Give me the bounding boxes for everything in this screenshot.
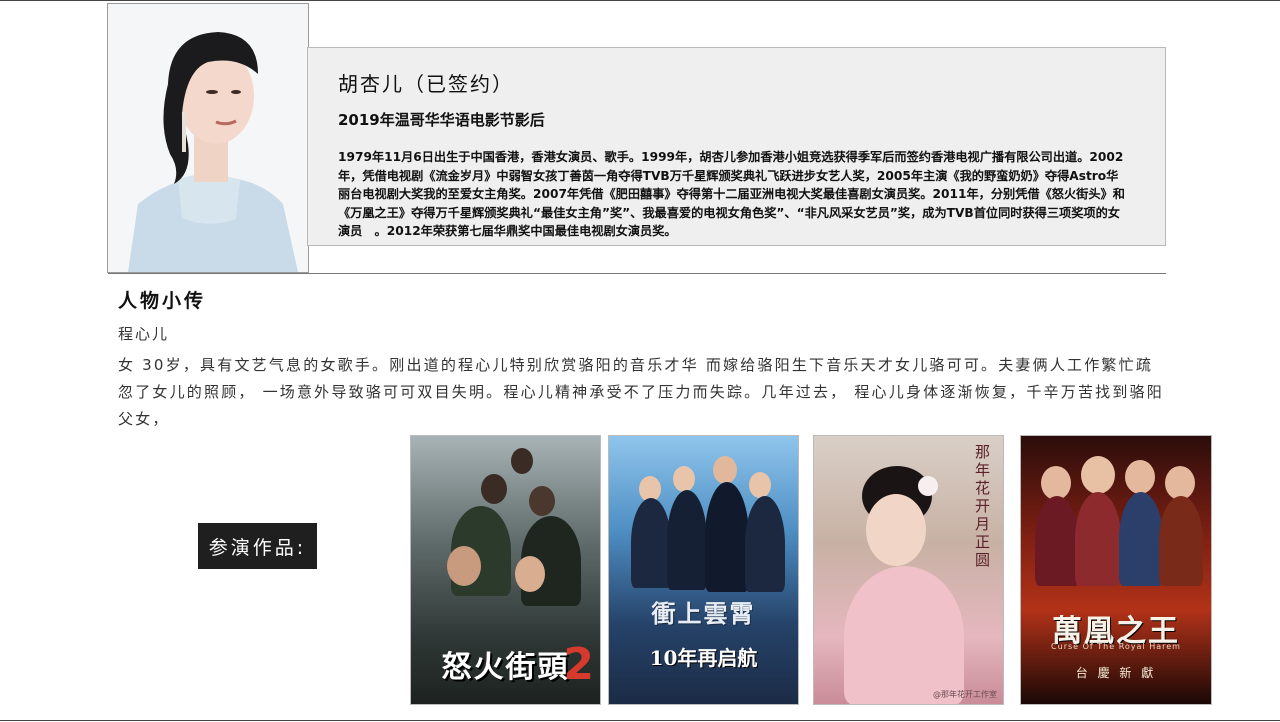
poster-figure bbox=[1035, 496, 1079, 586]
poster-ghetto-justice-2[interactable]: 怒火街頭 2 bbox=[410, 435, 601, 705]
poster-figure bbox=[631, 498, 671, 588]
top-divider bbox=[0, 0, 1280, 1]
poster-figure bbox=[745, 496, 785, 592]
character-section-title: 人物小传 bbox=[118, 290, 207, 312]
poster-title: 衝上雲霄 bbox=[651, 599, 756, 628]
poster-figure bbox=[1119, 492, 1163, 586]
poster-figure bbox=[511, 448, 533, 474]
poster-figure bbox=[844, 566, 964, 704]
poster-figure bbox=[1081, 456, 1115, 494]
poster-triumph-in-the-skies-2[interactable]: 衝上雲霄 10年再启航 bbox=[608, 435, 799, 705]
poster-figure bbox=[481, 474, 507, 504]
role-description: 女 30岁，具有文艺气息的女歌手。刚出道的程心儿特别欣赏骆阳的音乐才华 而嫁给骆… bbox=[118, 356, 1164, 428]
poster-figure bbox=[667, 490, 707, 590]
poster-figure bbox=[705, 482, 749, 592]
poster-figure bbox=[1165, 466, 1195, 500]
portrait-illustration bbox=[108, 4, 308, 272]
poster-figure bbox=[1159, 496, 1203, 586]
poster-subtitle: 10年再启航 bbox=[649, 646, 758, 670]
poster-sequel-number: 2 bbox=[563, 639, 594, 690]
poster-vertical-title: 那年花开月正圆 bbox=[973, 444, 991, 570]
profile-card: 胡杏儿（已签约） 2019年温哥华华语电影节影后 1979年11月6日出生于中国… bbox=[307, 47, 1166, 246]
poster-figure bbox=[673, 466, 695, 492]
works-label: 参演作品: bbox=[198, 523, 317, 569]
section-divider bbox=[108, 273, 1166, 274]
role-name: 程心儿 bbox=[118, 325, 170, 343]
poster-figure bbox=[1041, 466, 1071, 500]
poster-figure bbox=[713, 456, 737, 484]
poster-figure bbox=[515, 556, 545, 592]
actress-portrait bbox=[107, 3, 309, 273]
poster-figure bbox=[866, 494, 926, 566]
poster-figure bbox=[1075, 492, 1121, 586]
poster-credit: @那年花开工作室 bbox=[933, 690, 997, 699]
poster-figure bbox=[529, 486, 555, 516]
poster-figure bbox=[749, 472, 771, 498]
poster-nothing-gold-can-stay[interactable]: 那年花开月正圆 @那年花开工作室 bbox=[813, 435, 1004, 705]
poster-tagline: 台 慶 新 獻 bbox=[1075, 666, 1157, 680]
poster-figure bbox=[1125, 460, 1155, 494]
actress-bio: 1979年11月6日出生于中国香港，香港女演员、歌手。1999年，胡杏儿参加香港… bbox=[338, 150, 1125, 239]
award-headline: 2019年温哥华华语电影节影后 bbox=[338, 111, 545, 129]
hair-flower-icon bbox=[918, 476, 938, 496]
poster-curse-of-the-royal-harem[interactable]: 萬凰之王 Curse Of The Royal Harem 台 慶 新 獻 bbox=[1020, 435, 1212, 705]
actress-name: 胡杏儿（已签约） bbox=[338, 72, 514, 96]
poster-subtitle: Curse Of The Royal Harem bbox=[1051, 642, 1181, 651]
bottom-divider bbox=[0, 720, 1280, 721]
poster-figure bbox=[447, 546, 481, 586]
